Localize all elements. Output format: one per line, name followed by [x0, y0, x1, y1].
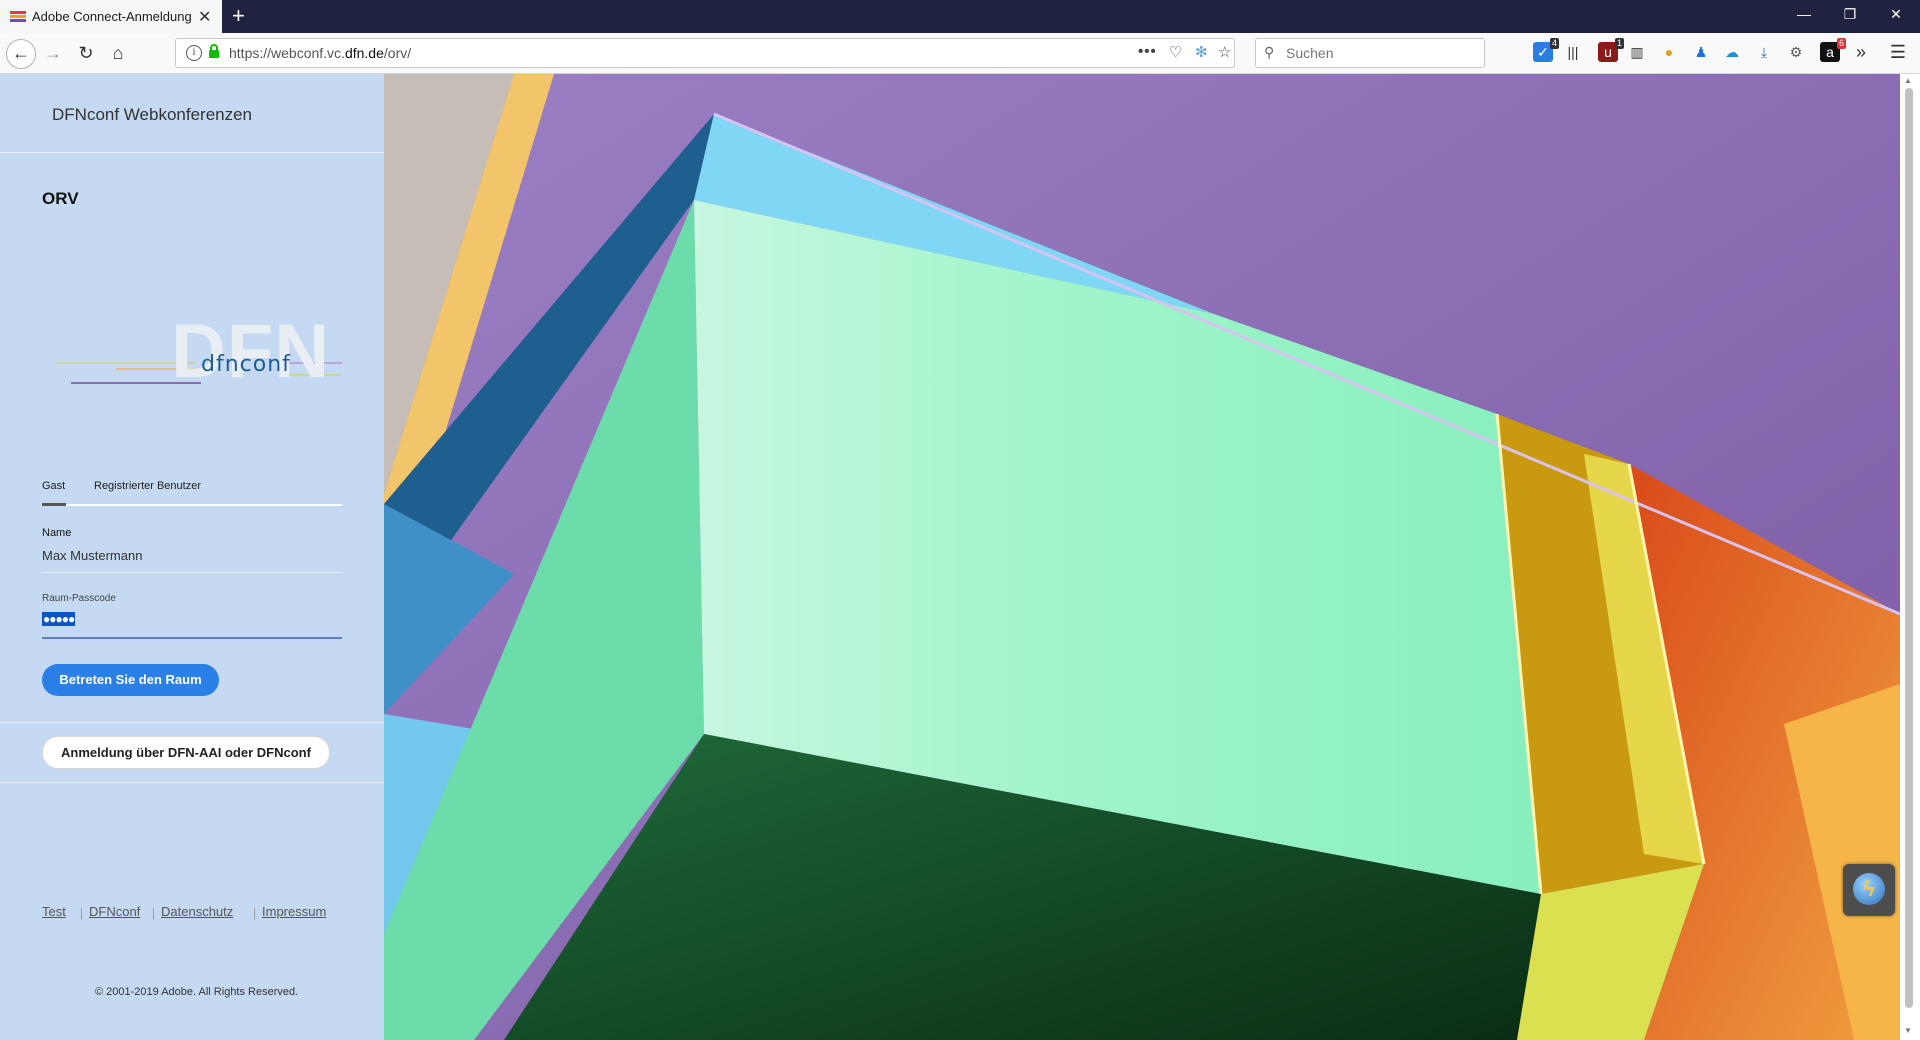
gear-icon[interactable]: ⚙	[1786, 42, 1806, 62]
divider	[0, 782, 384, 783]
bookmark-star-icon[interactable]: ☆	[1218, 43, 1231, 61]
scrollbar-thumb[interactable]	[1905, 88, 1913, 1008]
search-input[interactable]: Suchen	[1286, 45, 1333, 61]
home-button[interactable]: ⌂	[106, 41, 130, 65]
minimize-button[interactable]: —	[1786, 6, 1822, 22]
ublock-icon[interactable]: u1	[1598, 38, 1624, 62]
vertical-scrollbar[interactable]: ▲ ▼	[1900, 74, 1920, 1040]
new-tab-button[interactable]: +	[232, 3, 245, 29]
name-field[interactable]: Max Mustermann	[42, 548, 142, 563]
lock-icon	[209, 44, 219, 58]
divider	[0, 152, 384, 153]
dfn-aai-login-button[interactable]: Anmeldung über DFN-AAI oder DFNconf	[42, 736, 330, 769]
hero-background-image	[384, 74, 1900, 1040]
tab-title: Adobe Connect-Anmeldung	[32, 9, 192, 24]
footer-link-test[interactable]: Test	[42, 904, 66, 919]
extension-10-badge: 6	[1836, 38, 1846, 49]
tab-guest[interactable]: Gast	[42, 480, 65, 492]
extension-1-icon[interactable]: ✓ 4	[1533, 38, 1559, 62]
site-info-icon[interactable]: i	[186, 45, 202, 61]
url-text[interactable]: https://webconf.vc.dfn.de/orv/	[229, 45, 411, 61]
download-icon[interactable]: ⤓	[1754, 42, 1774, 62]
cloud-icon[interactable]: ☁	[1722, 42, 1742, 62]
url-bar[interactable]: i https://webconf.vc.dfn.de/orv/ ••• ♡ ✻…	[175, 38, 1235, 68]
react-devtools-icon[interactable]: ✻	[1195, 43, 1208, 61]
adobe-flash-button[interactable]: ϟ	[1843, 864, 1895, 916]
back-button[interactable]: ←	[6, 39, 36, 69]
footer-link-dfnconf[interactable]: DFNconf	[89, 904, 140, 919]
close-window-button[interactable]: ✕	[1878, 6, 1914, 23]
browser-tab-active[interactable]: Adobe Connect-Anmeldung ✕	[0, 0, 222, 33]
extension-1-badge: 4	[1549, 38, 1559, 49]
passcode-field[interactable]: ●●●●●	[42, 612, 75, 626]
footer-separator: |	[253, 906, 257, 920]
sidebar-toggle-icon[interactable]: ▥	[1627, 42, 1647, 62]
flash-lightning-icon: ϟ	[1853, 873, 1885, 905]
extension-10-icon[interactable]: a6	[1820, 38, 1846, 62]
footer-link-datenschutz[interactable]: Datenschutz	[161, 904, 233, 919]
dfn-logo: DFN dfnconf	[56, 309, 346, 404]
overflow-chevron-icon[interactable]: »	[1851, 42, 1871, 62]
divider	[0, 722, 384, 723]
browser-titlebar: Adobe Connect-Anmeldung ✕ + — ❐ ✕	[0, 0, 1920, 33]
extension-6-icon[interactable]: ♟	[1691, 42, 1711, 62]
passcode-label: Raum-Passcode	[42, 593, 116, 604]
scroll-down-icon[interactable]: ▼	[1904, 1026, 1912, 1035]
browser-navbar: ← → ↻ ⌂ i https://webconf.vc.dfn.de/orv/…	[0, 33, 1920, 74]
dfnconf-logo-text: dfnconf	[201, 352, 291, 377]
abstract-cube-artwork	[384, 74, 1900, 1040]
restore-button[interactable]: ❐	[1832, 6, 1868, 23]
library-icon[interactable]: |||	[1563, 42, 1583, 62]
tab-active-indicator	[42, 503, 66, 506]
footer-separator: |	[152, 906, 156, 920]
extension-5-icon[interactable]: ●	[1659, 42, 1679, 62]
tab-underline-track	[42, 504, 342, 506]
forward-button[interactable]: →	[41, 41, 65, 65]
tab-close-icon[interactable]: ✕	[198, 7, 211, 27]
page-actions-icon[interactable]: •••	[1138, 43, 1157, 60]
copyright: © 2001-2019 Adobe. All Rights Reserved.	[95, 986, 299, 998]
pocket-icon[interactable]: ♡	[1169, 43, 1182, 61]
ublock-badge: 1	[1614, 38, 1624, 49]
hamburger-menu-icon[interactable]: ☰	[1888, 42, 1908, 62]
room-name: ORV	[42, 189, 79, 208]
search-icon: ⚲	[1264, 44, 1275, 60]
name-field-underline	[42, 572, 342, 573]
footer-separator: |	[80, 906, 84, 920]
tab-registered-user[interactable]: Registrierter Benutzer	[94, 480, 201, 492]
adobe-connect-favicon-icon	[10, 11, 26, 23]
search-bar[interactable]: ⚲ Suchen	[1255, 38, 1485, 68]
brand-title: DFNconf Webkonferenzen	[52, 105, 253, 124]
name-label: Name	[42, 527, 72, 539]
enter-room-button[interactable]: Betreten Sie den Raum	[42, 664, 219, 696]
reload-button[interactable]: ↻	[74, 41, 98, 65]
login-sidebar: DFNconf Webkonferenzen ORV DFN dfnconf G…	[0, 74, 384, 1040]
footer-link-impressum[interactable]: Impressum	[262, 904, 326, 919]
page-content: DFNconf Webkonferenzen ORV DFN dfnconf G…	[0, 74, 1920, 1040]
scroll-up-icon[interactable]: ▲	[1904, 76, 1912, 85]
passcode-field-underline	[42, 637, 342, 639]
